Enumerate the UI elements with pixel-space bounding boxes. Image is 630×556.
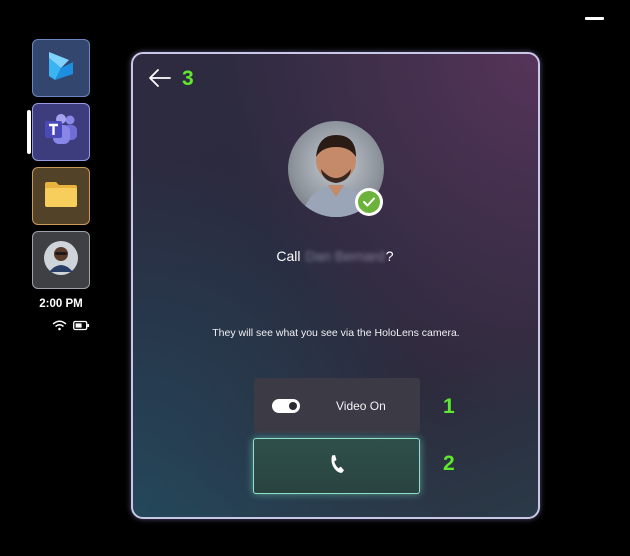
app-tile-contact-photo[interactable]: [32, 231, 90, 289]
call-prompt-title: Call Dan Bernard?: [250, 248, 420, 264]
battery-icon: [73, 318, 90, 336]
switch-knob: [289, 401, 297, 410]
app-tile-files[interactable]: [32, 167, 90, 225]
callout-1: 1: [443, 395, 455, 418]
camera-info-text: They will see what you see via the HoloL…: [212, 327, 460, 339]
status-icons: [52, 318, 90, 336]
minimize-icon[interactable]: [585, 17, 604, 20]
hololens-view: 2:00 PM 3 Call Dan Bernard? They will se…: [0, 0, 630, 556]
clock: 2:00 PM: [39, 298, 83, 310]
folder-icon: [43, 179, 79, 214]
video-toggle-label: Video On: [336, 398, 386, 413]
call-prompt-suffix: ?: [385, 248, 394, 264]
presence-available-icon: [355, 188, 383, 216]
video-toggle[interactable]: Video On: [254, 378, 420, 433]
callout-2: 2: [443, 452, 455, 475]
callout-3: 3: [182, 67, 194, 90]
start-call-button[interactable]: [253, 438, 420, 494]
arrow-left-icon: [147, 68, 171, 93]
back-button[interactable]: [145, 67, 173, 93]
contact-name: Dan Bernard: [305, 248, 385, 264]
person-icon: [43, 240, 79, 281]
wifi-icon: [52, 318, 67, 336]
dynamics-icon: [43, 48, 79, 89]
video-switch[interactable]: [272, 398, 300, 413]
phone-icon: [329, 454, 345, 479]
teams-icon: [41, 112, 81, 153]
active-app-indicator: [27, 110, 31, 154]
app-tile-dynamics[interactable]: [32, 39, 90, 97]
call-prompt-prefix: Call: [276, 248, 301, 264]
app-tile-teams[interactable]: [32, 103, 90, 161]
